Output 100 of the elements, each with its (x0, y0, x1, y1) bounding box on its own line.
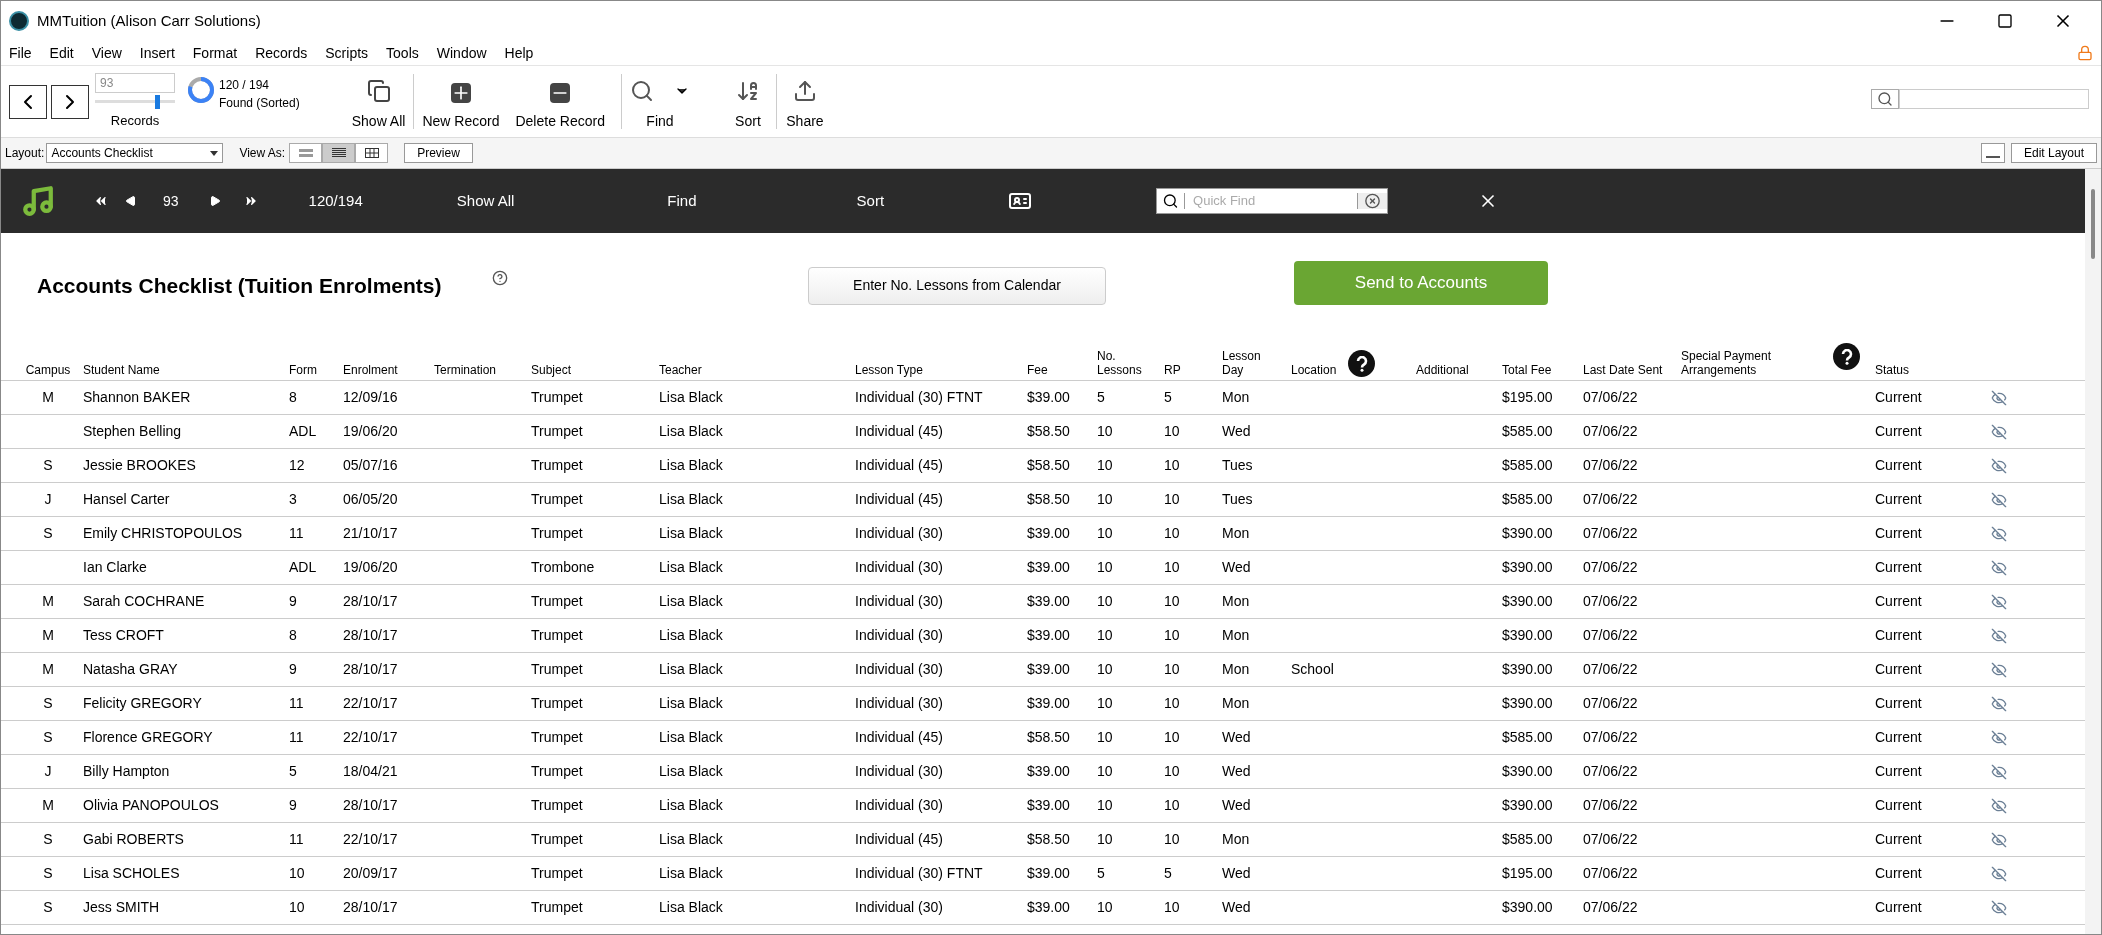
table-cell: Trumpet (531, 865, 583, 881)
view-mode-button[interactable] (355, 143, 389, 163)
table-cell: Trombone (531, 559, 595, 575)
maximize-icon[interactable] (1997, 13, 2013, 29)
sort-button[interactable]: Sort (856, 189, 885, 213)
table-cell: Trumpet (531, 831, 583, 847)
menu-item[interactable]: Format (192, 42, 238, 64)
table-cell: $39.00 (1027, 797, 1070, 813)
table-cell: Trumpet (531, 627, 583, 643)
clear-icon[interactable] (1357, 193, 1388, 209)
record-slider[interactable] (95, 94, 175, 109)
table-cell: Individual (30) (855, 695, 943, 711)
table-cell: 10 (1097, 661, 1113, 677)
layout-dropdown[interactable]: Accounts Checklist (46, 143, 224, 163)
hidden-eye-icon[interactable] (1991, 559, 2007, 576)
hidden-eye-icon[interactable] (1991, 899, 2007, 916)
table-cell: 12/09/16 (343, 389, 398, 405)
table-cell-text: M (42, 796, 54, 815)
table-cell: Wed (1222, 865, 1251, 881)
help-icon[interactable] (1833, 343, 1860, 370)
back-button[interactable] (9, 84, 47, 119)
table-cell: $585.00 (1502, 491, 1553, 507)
forward-button[interactable] (51, 84, 89, 119)
menu-item[interactable]: Records (255, 42, 308, 64)
menu-item[interactable]: View (91, 42, 122, 64)
delete-button[interactable]: Delete Record (511, 66, 609, 137)
calendar-button[interactable]: Enter No. Lessons from Calendar (808, 266, 1106, 305)
table-cell: Current (1875, 797, 1922, 813)
help-icon[interactable] (492, 269, 508, 286)
table-cell: 10 (1097, 593, 1113, 609)
scrollbar[interactable] (2085, 169, 2101, 934)
table-cell: $390.00 (1502, 627, 1553, 643)
record-number: 93 (163, 191, 179, 211)
hidden-eye-icon[interactable] (1991, 389, 2007, 406)
hidden-eye-icon[interactable] (1991, 627, 2007, 644)
table-cell: 28/10/17 (343, 797, 398, 813)
new-button[interactable]: New Record (418, 66, 504, 137)
table-cell: Lisa Black (659, 491, 723, 507)
menu-item[interactable]: Tools (386, 42, 419, 64)
table-cell: 10 (1164, 423, 1180, 439)
quick-find-field[interactable]: Quick Find (1185, 191, 1358, 211)
hidden-eye-icon[interactable] (1991, 763, 2007, 780)
find-button[interactable]: Find (667, 189, 697, 213)
table-cell: 07/06/22 (1583, 593, 1638, 609)
preview-button[interactable]: Preview (404, 143, 473, 163)
table-cell-text: M (42, 388, 54, 407)
hidden-eye-icon[interactable] (1991, 865, 2007, 882)
slider-thumb[interactable] (155, 94, 161, 109)
share-button[interactable]: Share (780, 66, 829, 137)
hidden-eye-icon[interactable] (1991, 695, 2007, 712)
table-cell: Lisa Black (659, 729, 723, 745)
table-cell-text: S (43, 898, 53, 917)
help-icon[interactable] (1348, 350, 1376, 377)
table-cell-text: J (44, 762, 52, 781)
table-cell: Emily CHRISTOPOULOS (83, 525, 243, 541)
search-field[interactable] (1871, 88, 2089, 109)
show-all-button[interactable]: Show All (456, 189, 515, 213)
hidden-eye-icon[interactable] (1991, 423, 2007, 440)
find-button[interactable]: Find (625, 66, 694, 137)
quick-find-box[interactable]: Quick Find (1156, 188, 1389, 214)
menu-item[interactable]: Window (436, 42, 487, 64)
table-cell: ADL (289, 559, 317, 575)
menu-item[interactable]: Edit (49, 42, 74, 64)
record-number-field[interactable]: 93 (95, 72, 175, 93)
table-cell: Billy Hampton (83, 763, 170, 779)
table-cell: 10 (1097, 831, 1113, 847)
table-cell: $390.00 (1502, 559, 1553, 575)
table-cell: Current (1875, 559, 1922, 575)
table-cell: Felicity GREGORY (83, 695, 202, 711)
hidden-eye-icon[interactable] (1991, 661, 2007, 678)
text-format-button[interactable] (1980, 143, 2005, 163)
table-cell: 10 (1164, 695, 1180, 711)
table-cell: Lisa Black (659, 695, 723, 711)
menu-item[interactable]: Help (504, 42, 534, 64)
edit-layout-button[interactable]: Edit Layout (2010, 143, 2097, 163)
table-cell: 8 (289, 627, 297, 643)
app-logo-icon (9, 11, 29, 31)
view-mode-button[interactable] (322, 143, 356, 163)
table-cell: 10 (1164, 593, 1180, 609)
table-cell: 07/06/22 (1583, 525, 1638, 541)
hidden-eye-icon[interactable] (1991, 593, 2007, 610)
table-cell: 10 (1164, 627, 1180, 643)
table-cell-text: S (43, 864, 53, 883)
hidden-eye-icon[interactable] (1991, 729, 2007, 746)
menu-item[interactable]: Insert (139, 42, 175, 64)
hidden-eye-icon[interactable] (1991, 797, 2007, 814)
hidden-eye-icon[interactable] (1991, 457, 2007, 474)
menu-item[interactable]: Scripts (325, 42, 369, 64)
record-count: 120/194 (308, 190, 363, 211)
hidden-eye-icon[interactable] (1991, 831, 2007, 848)
menu-item[interactable]: File (9, 42, 32, 64)
table-cell: Wed (1222, 559, 1251, 575)
hidden-eye-icon[interactable] (1991, 525, 2007, 542)
hidden-eye-icon[interactable] (1991, 491, 2007, 508)
table-cell: 05/07/16 (343, 457, 398, 473)
table-cell: $39.00 (1027, 695, 1070, 711)
previous-record-icon[interactable] (125, 195, 137, 207)
sort-button[interactable]: Sort (723, 66, 772, 137)
found-count: 120 / 194 (219, 77, 271, 94)
next-record-icon[interactable] (208, 195, 221, 207)
